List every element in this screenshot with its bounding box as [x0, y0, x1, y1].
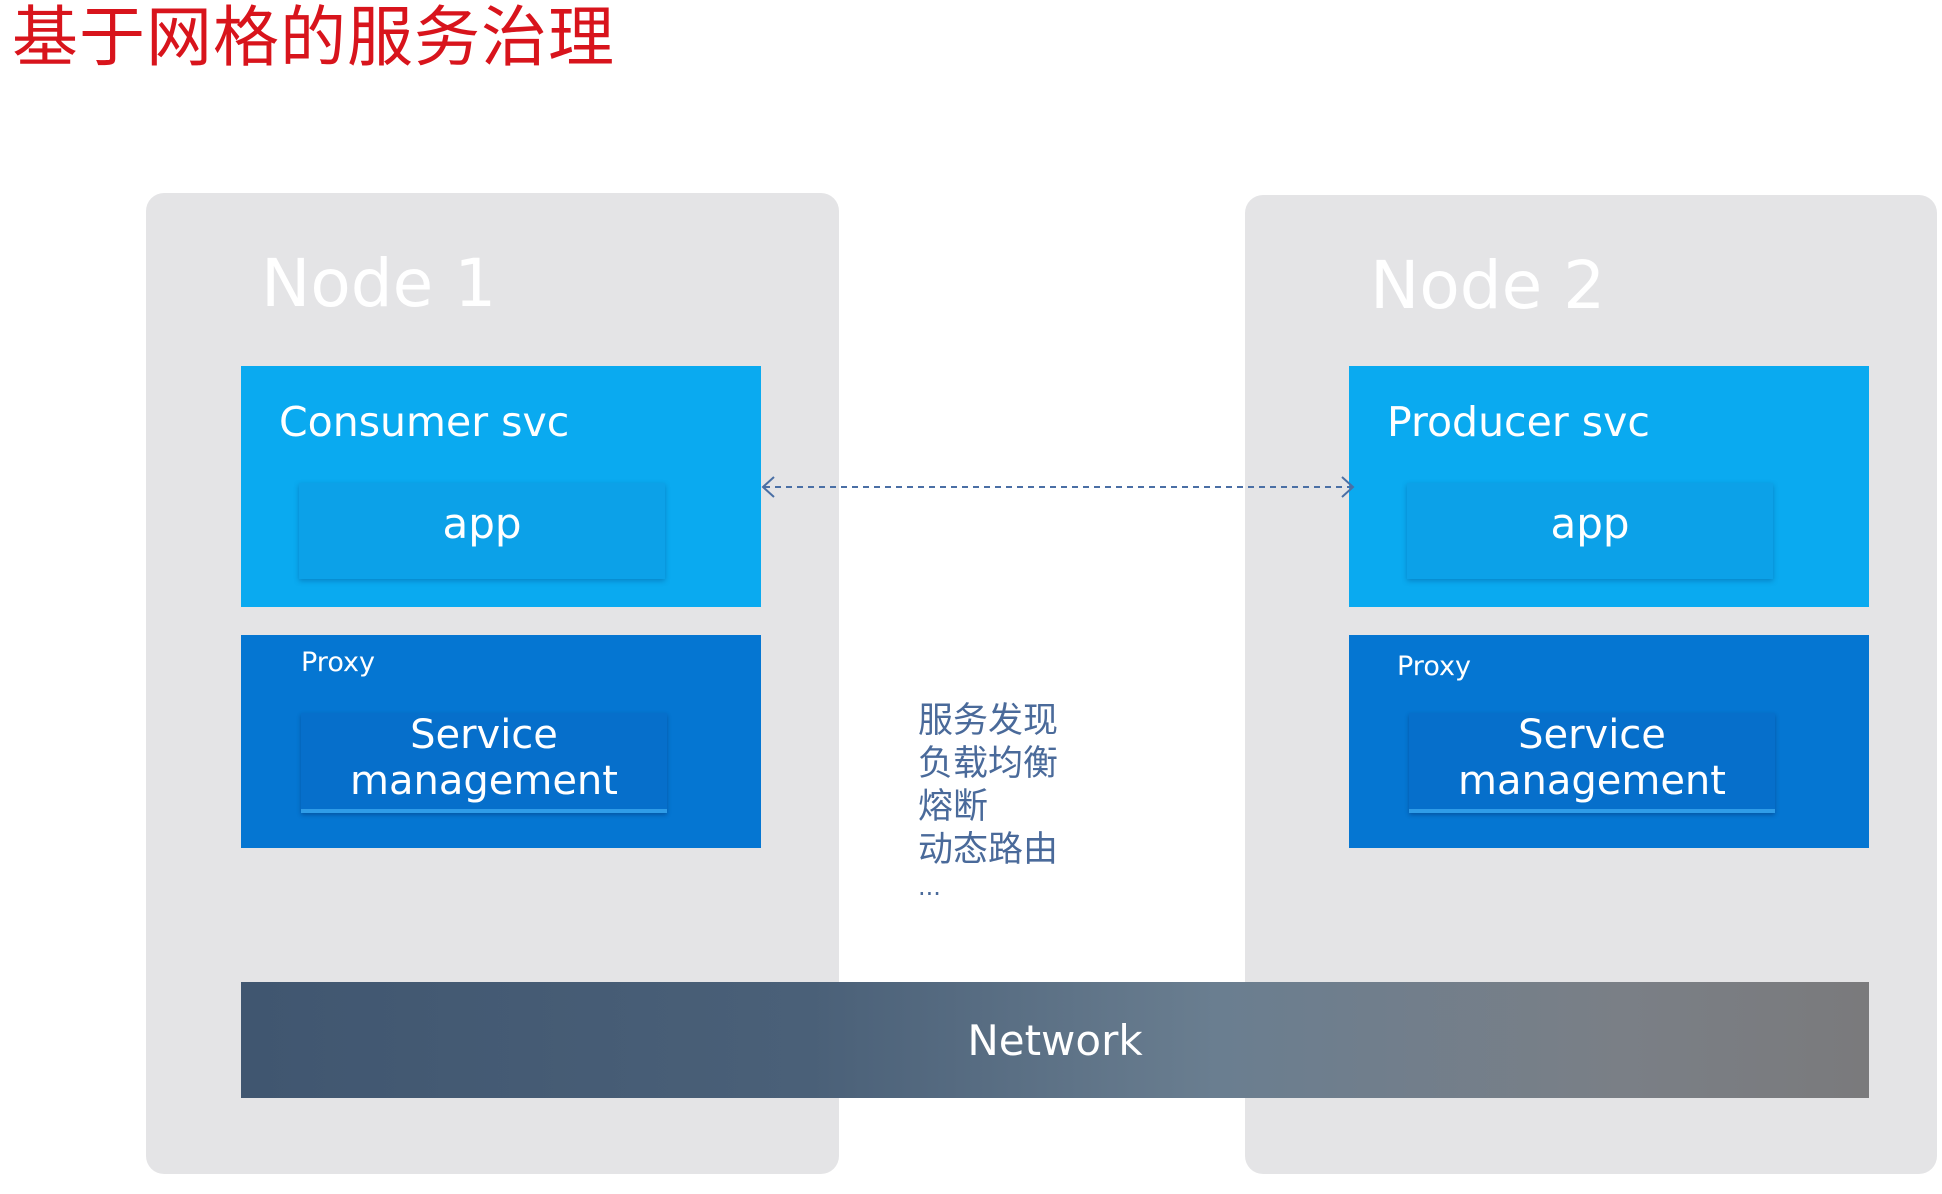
producer-service-management-box: Service management: [1409, 712, 1775, 813]
governance-features-list: 服务发现 负载均衡 熔断 动态路由 ...: [918, 700, 1058, 902]
producer-svc-box: Producer svc app: [1349, 366, 1869, 607]
producer-app-box: app: [1407, 483, 1773, 579]
feature-circuit-breaking: 熔断: [918, 787, 989, 827]
feature-load-balancing: 负载均衡: [918, 744, 1059, 784]
feature-ellipsis: ...: [918, 873, 941, 901]
consumer-service-management-line-2: management: [350, 758, 618, 804]
feature-service-discovery: 服务发现: [918, 701, 1059, 741]
consumer-svc-box: Consumer svc app: [241, 366, 761, 607]
producer-svc-title: Producer svc: [1387, 398, 1650, 446]
node-2-title: Node 2: [1370, 247, 1606, 324]
page-title: 基于网格的服务治理: [12, 0, 615, 76]
consumer-service-management-box: Service management: [301, 712, 667, 813]
node-1-title: Node 1: [261, 245, 497, 322]
consumer-proxy-box: Proxy Service management: [241, 635, 761, 848]
feature-dynamic-routing: 动态路由: [918, 830, 1059, 870]
producer-service-management-line-2: management: [1458, 758, 1726, 804]
producer-proxy-label: Proxy: [1397, 651, 1471, 682]
producer-service-management-line-1: Service: [1518, 712, 1666, 758]
network-label: Network: [967, 1015, 1143, 1065]
producer-app-label: app: [1550, 498, 1630, 548]
consumer-app-label: app: [442, 498, 522, 548]
bidirectional-dashed-arrow: [761, 476, 1355, 498]
consumer-svc-title: Consumer svc: [279, 398, 570, 446]
consumer-service-management-line-1: Service: [410, 712, 558, 758]
network-bar: Network: [241, 982, 1869, 1098]
consumer-app-box: app: [299, 483, 665, 579]
producer-proxy-box: Proxy Service management: [1349, 635, 1869, 848]
consumer-proxy-label: Proxy: [301, 647, 375, 678]
